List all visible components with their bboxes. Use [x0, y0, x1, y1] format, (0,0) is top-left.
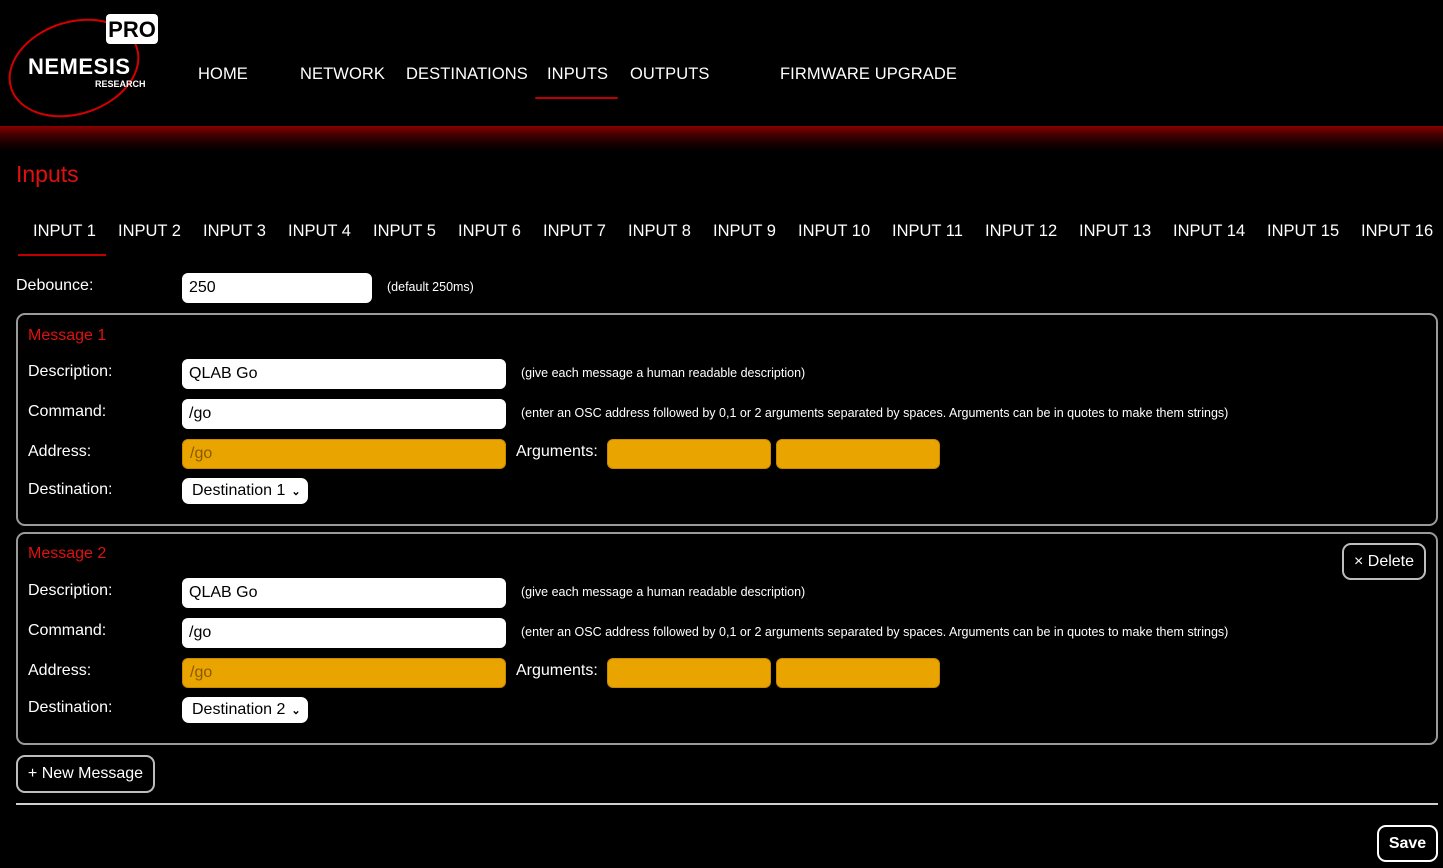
command-label: Command: — [28, 403, 107, 420]
destination-select-value: Destination 1 — [192, 482, 286, 499]
nav-inputs[interactable]: INPUTS — [547, 65, 608, 84]
divider — [16, 803, 1438, 805]
tab-input-14[interactable]: INPUT 14 — [1173, 222, 1245, 241]
logo-sub: RESEARCH — [95, 79, 146, 89]
debounce-input[interactable] — [182, 273, 372, 303]
address-field-1[interactable] — [182, 439, 506, 469]
nav-firmware-upgrade[interactable]: FIRMWARE UPGRADE — [780, 65, 957, 84]
command-label: Command: — [28, 622, 107, 639]
new-message-button[interactable]: + New Message — [16, 755, 155, 793]
debounce-hint: (default 250ms) — [387, 280, 474, 294]
chevron-down-icon: ⌄ — [291, 704, 301, 717]
debounce-label: Debounce: — [16, 277, 94, 294]
tab-input-12[interactable]: INPUT 12 — [985, 222, 1057, 241]
logo-main: NEMESIS — [28, 54, 131, 79]
argument-1-field-2[interactable] — [607, 658, 771, 688]
tab-input-8[interactable]: INPUT 8 — [628, 222, 691, 241]
header-red-bar — [0, 126, 1443, 152]
tab-input-13[interactable]: INPUT 13 — [1079, 222, 1151, 241]
nav-destinations[interactable]: DESTINATIONS — [406, 65, 528, 84]
tab-input-9[interactable]: INPUT 9 — [713, 222, 776, 241]
command-input-2[interactable] — [182, 618, 506, 648]
address-label: Address: — [28, 662, 92, 679]
tab-input-16[interactable]: INPUT 16 — [1361, 222, 1433, 241]
arguments-label: Arguments: — [516, 662, 598, 679]
command-hint: (enter an OSC address followed by 0,1 or… — [521, 625, 1229, 639]
destination-select-2[interactable]: Destination 2 ⌄ — [182, 697, 308, 723]
description-input-2[interactable] — [182, 578, 506, 608]
chevron-down-icon: ⌄ — [291, 485, 301, 498]
destination-label: Destination: — [28, 699, 113, 716]
tab-input-11[interactable]: INPUT 11 — [892, 222, 963, 241]
tab-input-6[interactable]: INPUT 6 — [458, 222, 521, 241]
delete-message-button[interactable]: × Delete — [1342, 543, 1426, 580]
save-button[interactable]: Save — [1377, 825, 1438, 862]
tab-active-indicator — [18, 254, 106, 256]
tab-input-5[interactable]: INPUT 5 — [373, 222, 436, 241]
argument-2-field-1[interactable] — [776, 439, 940, 469]
tab-input-2[interactable]: INPUT 2 — [118, 222, 181, 241]
tab-input-15[interactable]: INPUT 15 — [1267, 222, 1339, 241]
message-title-1: Message 1 — [28, 327, 107, 344]
command-input-1[interactable] — [182, 399, 506, 429]
tab-input-3[interactable]: INPUT 3 — [203, 222, 266, 241]
tab-input-10[interactable]: INPUT 10 — [798, 222, 870, 241]
command-hint: (enter an OSC address followed by 0,1 or… — [521, 406, 1229, 420]
page-title: Inputs — [16, 161, 79, 187]
destination-select-1[interactable]: Destination 1 ⌄ — [182, 478, 308, 504]
description-label: Description: — [28, 363, 113, 380]
nemesis-logo[interactable]: PRO NEMESIS RESEARCH — [4, 6, 160, 118]
nav-home[interactable]: HOME — [198, 65, 248, 84]
arguments-label: Arguments: — [516, 443, 598, 460]
address-label: Address: — [28, 443, 92, 460]
nav-outputs[interactable]: OUTPUTS — [630, 65, 710, 84]
argument-2-field-2[interactable] — [776, 658, 940, 688]
destination-label: Destination: — [28, 481, 113, 498]
header: PRO NEMESIS RESEARCH HOME NETWORK DESTIN… — [0, 0, 1443, 126]
tab-input-1[interactable]: INPUT 1 — [33, 222, 96, 241]
message-title-2: Message 2 — [28, 545, 107, 562]
argument-1-field-1[interactable] — [607, 439, 771, 469]
tab-input-7[interactable]: INPUT 7 — [543, 222, 606, 241]
tab-input-4[interactable]: INPUT 4 — [288, 222, 351, 241]
nav-active-indicator — [535, 97, 618, 99]
logo-badge: PRO — [108, 17, 156, 42]
destination-select-value: Destination 2 — [192, 701, 286, 718]
nav-network[interactable]: NETWORK — [300, 65, 385, 84]
description-label: Description: — [28, 582, 113, 599]
description-hint: (give each message a human readable desc… — [521, 366, 806, 380]
description-hint: (give each message a human readable desc… — [521, 585, 806, 599]
description-input-1[interactable] — [182, 359, 506, 389]
address-field-2[interactable] — [182, 658, 506, 688]
